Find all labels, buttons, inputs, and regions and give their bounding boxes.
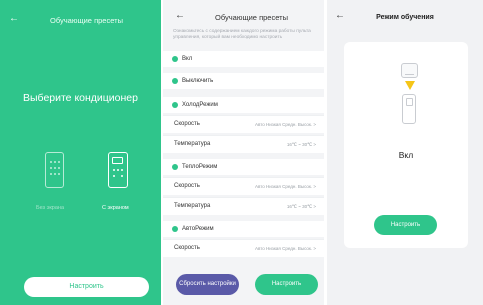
- row-value: 16℃ ~ 30℃ >: [286, 142, 316, 147]
- setup-button[interactable]: Настроить: [374, 215, 437, 235]
- learning-mode-screen: ← Режим обучения Вкл Настроить: [327, 0, 483, 305]
- row-label: Скорость: [174, 245, 200, 251]
- choose-heading: Выберите кондиционер: [23, 92, 138, 104]
- auto-speed-row[interactable]: Скорость Авто Низкая Средн. Высок. >: [163, 239, 324, 257]
- green-dot-icon: [172, 164, 178, 170]
- green-dot-icon: [172, 78, 178, 84]
- mode-label: Вкл: [182, 56, 193, 62]
- cool-temperature-row[interactable]: Температура 16℃ ~ 30℃ >: [163, 135, 324, 153]
- mode-label: ХолодРежим: [182, 102, 218, 108]
- screen-title: Обучающие пресеты: [215, 13, 288, 22]
- reset-settings-button[interactable]: Сбросить настройки: [176, 274, 239, 295]
- option-with-screen-label[interactable]: С экраном: [102, 205, 129, 211]
- heat-temperature-row[interactable]: Температура 16℃ ~ 30℃ >: [163, 197, 324, 215]
- setup-button[interactable]: Настроить: [255, 274, 318, 295]
- remote-with-screen-icon[interactable]: [108, 152, 128, 188]
- row-label: Скорость: [174, 183, 200, 189]
- green-dot-icon: [172, 226, 178, 232]
- green-dot-icon: [172, 102, 178, 108]
- screen-title: Режим обучения: [376, 14, 434, 21]
- cool-speed-row[interactable]: Скорость Авто Низкая Средн. Высок. >: [163, 115, 324, 133]
- row-value: Авто Низкая Средн. Высок. >: [254, 184, 316, 189]
- current-command-label: Вкл: [398, 150, 414, 160]
- mode-label: ТеплоРежим: [182, 164, 218, 170]
- preset-select-screen: ← Обучающие пресеты Выберите кондиционер…: [0, 0, 161, 305]
- green-dot-icon: [172, 56, 178, 62]
- heat-speed-row[interactable]: Скорость Авто Низкая Средн. Высок. >: [163, 177, 324, 195]
- mode-heat: ТеплоРежим: [163, 159, 324, 175]
- setup-button[interactable]: Настроить: [24, 277, 149, 297]
- row-label: Скорость: [174, 121, 200, 127]
- preset-list-screen: ← Обучающие пресеты Ознакомьтесь с содер…: [163, 0, 324, 305]
- mode-cool: ХолодРежим: [163, 97, 324, 113]
- mode-label: АвтоРежим: [182, 226, 214, 232]
- remote-no-screen-icon[interactable]: [45, 152, 64, 188]
- screen-title: Обучающие пресеты: [50, 16, 123, 25]
- air-conditioner-icon: [401, 63, 418, 78]
- row-value: 16℃ ~ 30℃ >: [286, 204, 316, 209]
- instruction-note: Ознакомьтесь с содержанием каждого режим…: [173, 29, 311, 40]
- learning-card: Вкл Настроить: [344, 42, 468, 248]
- row-label: Температура: [174, 203, 211, 209]
- row-value: Авто Низкая Средн. Высок. >: [254, 246, 316, 251]
- mode-off[interactable]: Выключить: [163, 73, 324, 89]
- mode-auto: АвтоРежим: [163, 221, 324, 237]
- row-label: Температура: [174, 141, 211, 147]
- mode-label: Выключить: [182, 78, 214, 84]
- row-value: Авто Низкая Средн. Высок. >: [254, 122, 316, 127]
- signal-beam-icon: [405, 81, 415, 90]
- option-no-screen-label[interactable]: Без экрана: [36, 205, 64, 211]
- mode-on[interactable]: Вкл: [163, 51, 324, 67]
- hand-remote-icon: [402, 94, 416, 124]
